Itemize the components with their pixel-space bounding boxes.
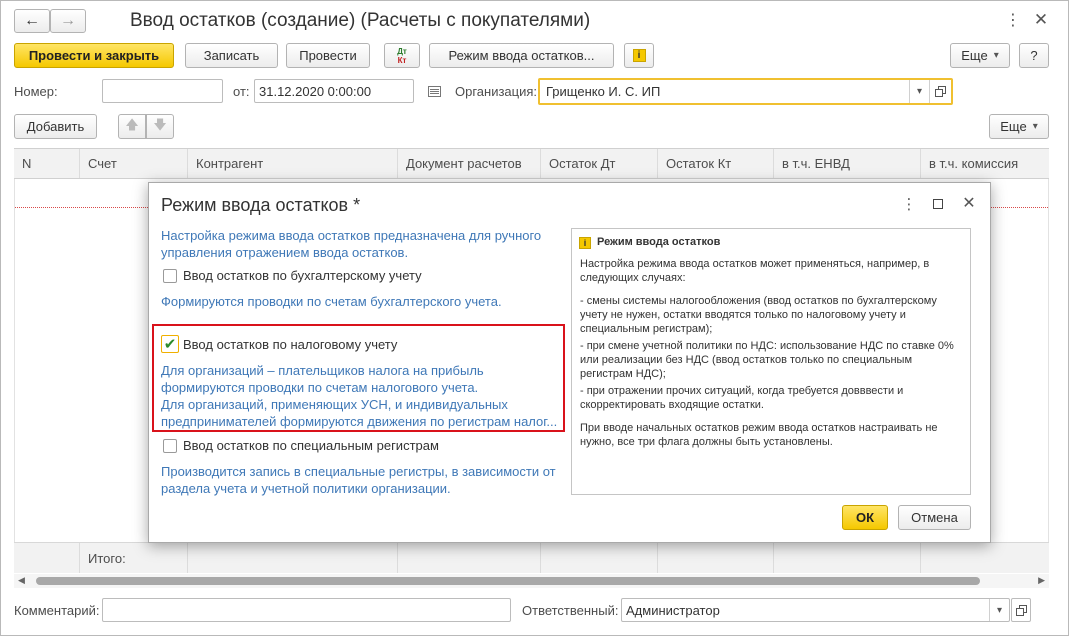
checkmark-icon: ✔ (163, 335, 177, 353)
arrow-left-icon: ← (24, 12, 40, 29)
dt-kt-button[interactable]: Дт Кт (384, 43, 420, 68)
accounting-checkbox-label[interactable]: Ввод остатков по бухгалтерскому учету (183, 268, 422, 283)
help-button[interactable]: ? (1019, 43, 1049, 68)
help-paragraph: - при отражении прочих ситуаций, когда т… (580, 385, 904, 411)
help-panel: i Режим ввода остатков Настройка режима … (571, 228, 971, 495)
column-balance-kt[interactable]: Остаток Кт (658, 149, 774, 178)
more-vertical-icon[interactable]: ⋮ (1005, 10, 1021, 30)
help-paragraph: Настройка режима ввода остатков может пр… (580, 258, 930, 284)
post-button[interactable]: Провести (286, 43, 370, 68)
scrollbar-thumb[interactable] (36, 577, 980, 585)
ok-button[interactable]: ОК (842, 505, 888, 530)
column-balance-dt[interactable]: Остаток Дт (541, 149, 658, 178)
accounting-description: Формируются проводки по счетам бухгалтер… (161, 294, 502, 309)
column-settlement-document[interactable]: Документ расчетов (398, 149, 541, 178)
chevron-down-icon: ▾ (996, 604, 1003, 616)
chevron-down-icon: ▾ (916, 86, 923, 97)
dropdown-button[interactable]: ▾ (909, 80, 929, 103)
help-paragraph: При вводе начальных остатков режим ввода… (580, 422, 938, 448)
scroll-left-icon[interactable]: ◀ (18, 575, 25, 586)
dt-kt-icon: Дт Кт (397, 46, 407, 65)
more-button[interactable]: Еще (950, 43, 1010, 68)
maximize-icon[interactable] (931, 196, 945, 212)
table-footer: Итого: (14, 542, 1049, 573)
move-down-button[interactable]: 🡇 (146, 114, 174, 139)
open-window-icon (1015, 604, 1027, 616)
responsible-dropdown-button[interactable]: ▾ (989, 599, 1009, 621)
back-button[interactable]: ← (14, 9, 50, 33)
cancel-button[interactable]: Отмена (898, 505, 971, 530)
special-registers-checkbox[interactable] (163, 439, 177, 453)
info-icon: i (632, 49, 646, 62)
info-button[interactable]: i (624, 43, 654, 68)
help-paragraph: - при смене учетной политики по НДС: исп… (580, 340, 954, 380)
column-commission[interactable]: в т.ч. комиссия (921, 149, 1049, 178)
move-up-button[interactable]: 🡅 (118, 114, 146, 139)
open-window-icon (935, 86, 946, 97)
tax-checkbox-label[interactable]: Ввод остатков по налоговому учету (183, 337, 397, 352)
table-header: N Счет Контрагент Документ расчетов Оста… (14, 148, 1049, 179)
help-paragraph: - смены системы налогообложения (ввод ос… (580, 295, 937, 335)
date-input[interactable]: 31.12.2020 0:00:00 (254, 79, 414, 103)
tax-checkbox[interactable]: ✔ (161, 335, 179, 353)
comment-input[interactable] (102, 598, 511, 622)
column-n[interactable]: N (14, 149, 80, 178)
dialog-intro: Настройка режима ввода остатков предназн… (161, 228, 542, 260)
organization-field[interactable]: Грищенко И. С. ИП ▾ (538, 78, 953, 105)
dialog-menu-icon[interactable]: ⋮ (902, 195, 917, 213)
responsible-label: Ответственный: (522, 603, 619, 618)
horizontal-scrollbar[interactable]: ◀ ▶ (14, 574, 1049, 588)
window-title: Ввод остатков (создание) (Расчеты с поку… (130, 10, 591, 31)
responsible-field[interactable]: Администратор ▾ (621, 598, 1010, 622)
balance-mode-dialog: Режим ввода остатков * ⋮ ✕ Настройка реж… (148, 182, 991, 543)
info-icon: i (579, 237, 591, 249)
help-title: Режим ввода остатков (597, 236, 721, 248)
tax-description-2: Для организаций, применяющих УСН, и инди… (161, 397, 558, 429)
column-envd[interactable]: в т.ч. ЕНВД (774, 149, 921, 178)
table-more-button[interactable]: Еще (989, 114, 1049, 139)
post-and-close-button[interactable]: Провести и закрыть (14, 43, 174, 68)
comment-label: Комментарий: (14, 603, 100, 618)
special-registers-description: Производится запись в специальные регист… (161, 464, 556, 496)
column-counterparty[interactable]: Контрагент (188, 149, 398, 178)
calendar-icon[interactable] (425, 82, 443, 100)
balance-mode-button[interactable]: Режим ввода остатков... (429, 43, 614, 68)
close-icon[interactable]: ✕ (1033, 10, 1049, 30)
organization-value: Грищенко И. С. ИП (546, 84, 661, 99)
save-button[interactable]: Записать (185, 43, 278, 68)
date-label: от: (233, 84, 250, 99)
scroll-right-icon[interactable]: ▶ (1038, 575, 1045, 586)
number-input[interactable] (102, 79, 223, 103)
open-link-button[interactable] (929, 80, 951, 103)
total-label: Итого: (80, 543, 188, 573)
dialog-close-icon[interactable]: ✕ (961, 194, 977, 212)
arrow-down-icon: 🡇 (153, 116, 167, 132)
number-label: Номер: (14, 84, 58, 99)
add-row-button[interactable]: Добавить (14, 114, 97, 139)
forward-button[interactable]: → (50, 9, 86, 33)
responsible-open-button[interactable] (1011, 598, 1031, 622)
accounting-checkbox[interactable] (163, 269, 177, 283)
responsible-value: Администратор (626, 602, 720, 618)
special-registers-checkbox-label[interactable]: Ввод остатков по специальным регистрам (183, 438, 439, 453)
arrow-up-icon: 🡅 (125, 116, 139, 132)
tax-description-1: Для организаций – плательщиков налога на… (161, 363, 484, 395)
organization-label: Организация: (455, 84, 538, 99)
dialog-title: Режим ввода остатков * (161, 195, 361, 215)
arrow-right-icon: → (60, 12, 76, 29)
column-account[interactable]: Счет (80, 149, 188, 178)
